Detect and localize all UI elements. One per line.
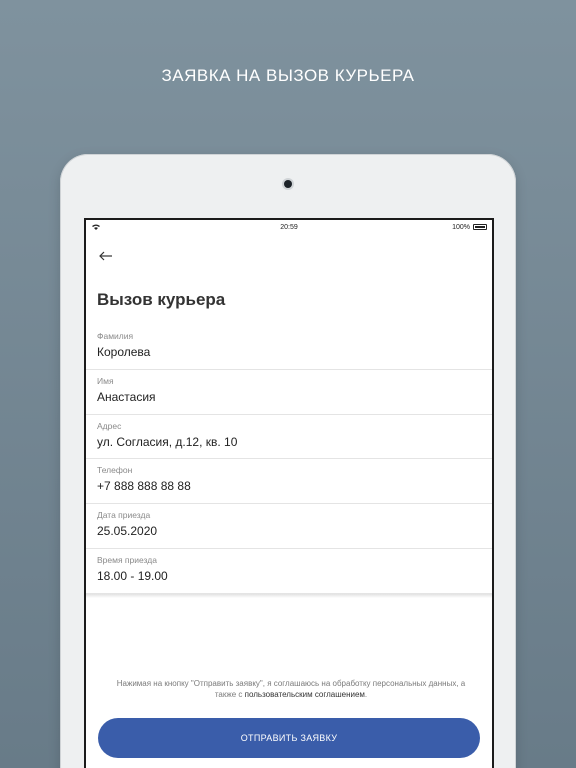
field-label: Время приезда — [97, 554, 157, 565]
field-value[interactable]: Королева — [97, 345, 481, 359]
field-value[interactable]: +7 888 888 88 88 — [97, 479, 481, 493]
field-label: Адрес — [97, 420, 122, 431]
page-title: Вызов курьера — [97, 290, 226, 309]
arrival-date-field[interactable]: Дата приезда 25.05.2020 — [86, 504, 492, 549]
surname-field[interactable]: Фамилия Королева — [86, 325, 492, 370]
divider — [86, 594, 492, 598]
field-value[interactable]: ул. Согласия, д.12, кв. 10 — [97, 435, 481, 449]
promo-headline: ЗАЯВКА НА ВЫЗОВ КУРЬЕРА — [161, 66, 415, 85]
status-time: 20:59 — [280, 224, 298, 231]
form-fields: Фамилия Королева Имя Анастасия Адрес ул.… — [86, 325, 492, 594]
battery-icon — [473, 224, 487, 230]
back-arrow-icon[interactable] — [96, 246, 116, 266]
field-value[interactable]: 18.00 - 19.00 — [97, 569, 481, 583]
app-screen: 20:59 100% Вызов курьера Фамилия Королев… — [84, 218, 494, 768]
field-label: Имя — [97, 375, 114, 386]
consent-text-end: . — [364, 690, 368, 699]
field-value[interactable]: 25.05.2020 — [97, 524, 481, 538]
user-agreement-link[interactable]: пользовательским соглашением — [245, 690, 365, 699]
field-label: Фамилия — [97, 331, 134, 341]
camera-icon — [284, 180, 292, 188]
name-field[interactable]: Имя Анастасия — [86, 370, 492, 415]
field-label: Телефон — [97, 465, 133, 476]
submit-request-button[interactable]: ОТПРАВИТЬ ЗАЯВКУ — [98, 718, 480, 758]
field-value[interactable]: Анастасия — [97, 390, 481, 404]
battery-percent: 100% — [452, 224, 470, 231]
arrival-time-field[interactable]: Время приезда 18.00 - 19.00 — [86, 549, 492, 594]
address-field[interactable]: Адрес ул. Согласия, д.12, кв. 10 — [86, 415, 492, 460]
status-bar: 20:59 100% — [86, 223, 492, 235]
consent-text: Нажимая на кнопку "Отправить заявку", я … — [106, 678, 476, 700]
phone-field[interactable]: Телефон +7 888 888 88 88 — [86, 459, 492, 505]
field-label: Дата приезда — [97, 510, 151, 521]
